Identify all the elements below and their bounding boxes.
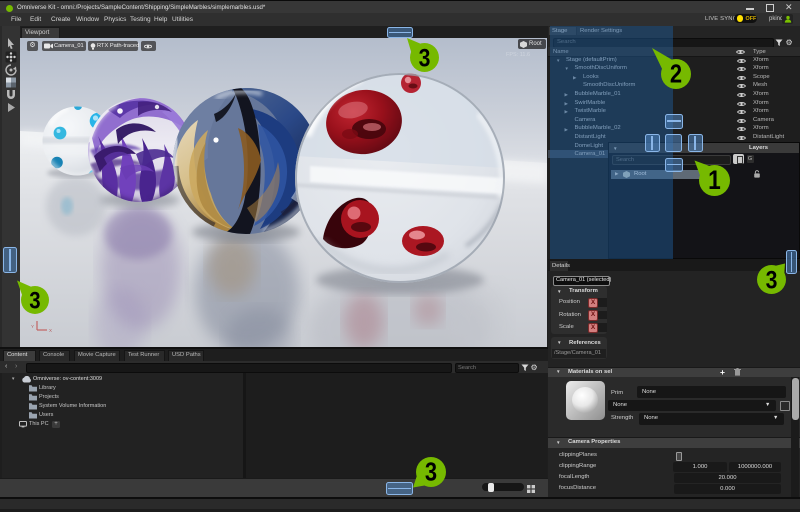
svg-text:1: 1	[708, 166, 721, 195]
svg-text:FPS: 11.6: FPS: 11.6	[506, 52, 530, 58]
svg-text:3: 3	[425, 458, 437, 487]
svg-text:3: 3	[765, 265, 777, 293]
svg-text:3: 3	[419, 43, 431, 71]
svg-text:2: 2	[670, 59, 682, 88]
svg-text:3: 3	[29, 287, 40, 314]
